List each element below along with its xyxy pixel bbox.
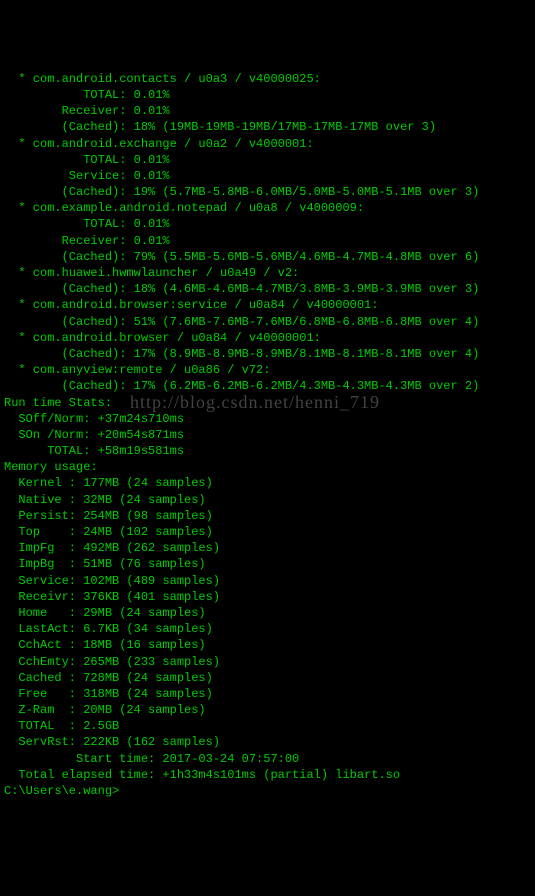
- process-stat-line: TOTAL: 0.01%: [4, 87, 531, 103]
- process-stat-line: Receiver: 0.01%: [4, 233, 531, 249]
- memory-line: ImpFg : 492MB (262 samples): [4, 540, 531, 556]
- memory-line: Home : 29MB (24 samples): [4, 605, 531, 621]
- process-header: * com.anyview:remote / u0a86 / v72:: [4, 362, 531, 378]
- process-header: * com.android.browser / u0a84 / v4000000…: [4, 330, 531, 346]
- process-stat-line: (Cached): 19% (5.7MB-5.8MB-6.0MB/5.0MB-5…: [4, 184, 531, 200]
- memory-line: Receivr: 376KB (401 samples): [4, 589, 531, 605]
- runtime-line: SOn /Norm: +20m54s871ms: [4, 427, 531, 443]
- process-stat-line: (Cached): 17% (6.2MB-6.2MB-6.2MB/4.3MB-4…: [4, 378, 531, 394]
- memory-line: Z-Ram : 20MB (24 samples): [4, 702, 531, 718]
- process-stat-line: (Cached): 79% (5.5MB-5.6MB-5.6MB/4.6MB-4…: [4, 249, 531, 265]
- memory-line: Free : 318MB (24 samples): [4, 686, 531, 702]
- prompt-line: C:\Users\e.wang>: [4, 783, 531, 799]
- process-stat-line: (Cached): 51% (7.6MB-7.6MB-7.6MB/6.8MB-6…: [4, 314, 531, 330]
- memory-line: ServRst: 222KB (162 samples): [4, 734, 531, 750]
- terminal-output: * com.android.contacts / u0a3 / v4000002…: [4, 71, 531, 799]
- elapsed-time-line: Total elapsed time: +1h33m4s101ms (parti…: [4, 767, 531, 783]
- process-stat-line: (Cached): 18% (4.6MB-4.6MB-4.7MB/3.8MB-3…: [4, 281, 531, 297]
- runtime-title: Run time Stats:: [4, 395, 531, 411]
- process-stat-line: Service: 0.01%: [4, 168, 531, 184]
- memory-title: Memory usage:: [4, 459, 531, 475]
- start-time-line: Start time: 2017-03-24 07:57:00: [4, 751, 531, 767]
- memory-line: Service: 102MB (489 samples): [4, 573, 531, 589]
- memory-line: Native : 32MB (24 samples): [4, 492, 531, 508]
- memory-line: TOTAL : 2.5GB: [4, 718, 531, 734]
- memory-line: ImpBg : 51MB (76 samples): [4, 556, 531, 572]
- process-stat-line: TOTAL: 0.01%: [4, 152, 531, 168]
- runtime-line: TOTAL: +58m19s581ms: [4, 443, 531, 459]
- process-stat-line: TOTAL: 0.01%: [4, 216, 531, 232]
- process-stat-line: Receiver: 0.01%: [4, 103, 531, 119]
- memory-line: Cached : 728MB (24 samples): [4, 670, 531, 686]
- process-header: * com.android.contacts / u0a3 / v4000002…: [4, 71, 531, 87]
- process-header: * com.android.browser:service / u0a84 / …: [4, 297, 531, 313]
- memory-line: LastAct: 6.7KB (34 samples): [4, 621, 531, 637]
- memory-line: CchEmty: 265MB (233 samples): [4, 654, 531, 670]
- memory-line: Kernel : 177MB (24 samples): [4, 475, 531, 491]
- runtime-line: SOff/Norm: +37m24s710ms: [4, 411, 531, 427]
- process-stat-line: (Cached): 18% (19MB-19MB-19MB/17MB-17MB-…: [4, 119, 531, 135]
- process-header: * com.huawei.hwmwlauncher / u0a49 / v2:: [4, 265, 531, 281]
- process-stat-line: (Cached): 17% (8.9MB-8.9MB-8.9MB/8.1MB-8…: [4, 346, 531, 362]
- process-header: * com.android.exchange / u0a2 / v4000001…: [4, 136, 531, 152]
- process-header: * com.example.android.notepad / u0a8 / v…: [4, 200, 531, 216]
- memory-line: Persist: 254MB (98 samples): [4, 508, 531, 524]
- memory-line: Top : 24MB (102 samples): [4, 524, 531, 540]
- memory-line: CchAct : 18MB (16 samples): [4, 637, 531, 653]
